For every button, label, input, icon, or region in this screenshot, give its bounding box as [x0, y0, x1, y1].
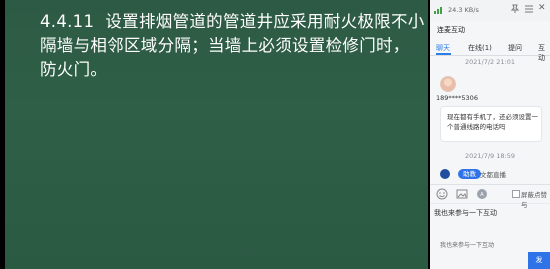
- tab-online[interactable]: 在线(1): [468, 43, 492, 53]
- image-icon[interactable]: [456, 188, 468, 200]
- assistant-avatar: [440, 169, 450, 179]
- active-tab-indicator: [436, 53, 451, 55]
- pin-icon[interactable]: [510, 4, 520, 14]
- chat-sidebar: 24.3 KB/s ✕ 连麦互动 聊天 在线(1) 提问 互动 2021/7/2…: [430, 0, 550, 269]
- chat-toolbar: A 屏蔽点赞与: [430, 184, 550, 209]
- user-avatar: [440, 76, 456, 92]
- panel-topbar: 24.3 KB/s ✕: [430, 0, 550, 21]
- presentation-slide: 4.4.11 设置排烟管道的管道井应采用耐火极限不小 隔墙与相邻区域分隔；当墙上…: [5, 0, 428, 269]
- emoji-icon[interactable]: [436, 188, 448, 200]
- menu-icon[interactable]: [524, 4, 534, 14]
- slide-body-text: 4.4.11 设置排烟管道的管道井应采用耐火极限不小 隔墙与相邻区域分隔；当墙上…: [40, 12, 425, 79]
- close-icon[interactable]: ✕: [538, 3, 546, 13]
- assistant-name: 文都直播: [480, 171, 506, 179]
- signal-icon: [434, 7, 442, 14]
- assistant-badge: 助教: [458, 169, 481, 179]
- mute-likes-checkbox[interactable]: [512, 190, 520, 198]
- chat-message-bubble: 现在都有手机了，还必须设置一个普通线路的电话吗: [440, 106, 542, 142]
- chat-timestamp: 2021/7/2 21:01: [465, 58, 515, 66]
- mute-likes-label: 屏蔽点赞与: [521, 191, 547, 209]
- tab-chat[interactable]: 聊天: [436, 43, 450, 53]
- screen: 4.4.11 设置排烟管道的管道井应采用耐火极限不小 隔墙与相邻区域分隔；当墙上…: [0, 0, 550, 269]
- input-draft-hint: 我也来参与一下互动: [440, 242, 495, 249]
- svg-text:A: A: [480, 192, 484, 198]
- chat-username: 189****5306: [436, 94, 478, 102]
- chat-message-text: 现在都有手机了，还必须设置一个普通线路的电话吗: [447, 113, 538, 131]
- network-speed: 24.3 KB/s: [448, 6, 479, 14]
- chat-tabs: 聊天 在线(1) 提问 互动: [430, 40, 550, 62]
- panel-title: 连麦互动: [437, 26, 465, 34]
- chat-input[interactable]: 我也来参与一下互动: [434, 208, 497, 218]
- send-button[interactable]: 发: [528, 252, 550, 269]
- gift-icon[interactable]: A: [476, 188, 488, 200]
- tab-questions[interactable]: 提问: [508, 43, 522, 53]
- chat-timestamp-2: 2021/7/9 18:59: [465, 152, 515, 160]
